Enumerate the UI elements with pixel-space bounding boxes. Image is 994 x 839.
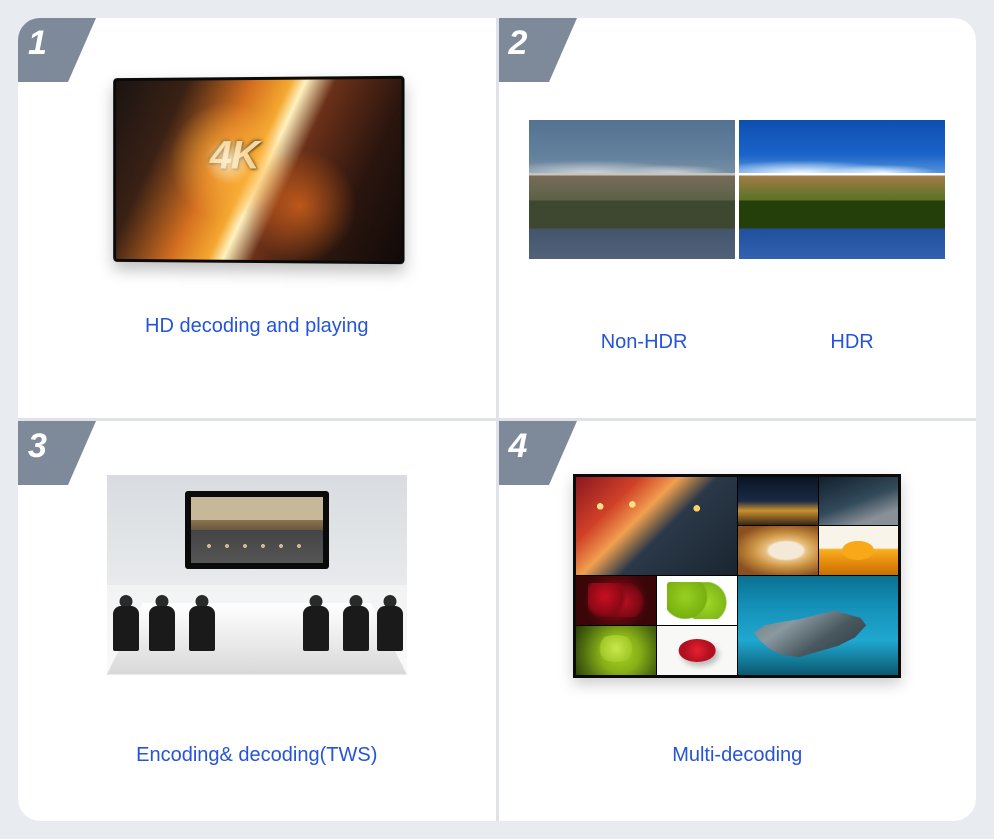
feature-cell-2: 2 Non-HDR HDR: [499, 18, 977, 418]
person-silhouette: [377, 595, 403, 651]
four-k-text: 4K: [210, 133, 259, 178]
wall-tile: [657, 626, 737, 675]
cell-number-badge: 2: [499, 18, 577, 82]
video-wall-illustration: [573, 474, 901, 678]
person-silhouette: [189, 595, 215, 651]
wall-tile: [738, 576, 899, 675]
cell-number-badge: 4: [499, 421, 577, 485]
hdr-label: HDR: [830, 331, 873, 354]
wall-tile: [819, 526, 899, 575]
cell-number: 1: [28, 24, 46, 63]
hdr-sample-image: [739, 120, 945, 259]
wall-tile: [576, 626, 656, 675]
hdr-comparison: [529, 120, 945, 259]
wall-tile: [738, 526, 818, 575]
cell-number-badge: 3: [18, 421, 96, 485]
feature-image: 4K: [18, 52, 496, 287]
wall-tile: [576, 477, 737, 576]
feature-cell-4: 4 Multi-decoding: [499, 421, 977, 821]
cell-number: 4: [509, 427, 527, 466]
feature-grid: 1 4K HD decoding and playing 2 Non-HDR H…: [18, 18, 976, 821]
conference-room-illustration: [107, 475, 407, 675]
non-hdr-sample-image: [529, 120, 735, 259]
wall-screen-icon: [185, 491, 329, 569]
feature-cell-1: 1 4K HD decoding and playing: [18, 18, 496, 418]
person-silhouette: [113, 595, 139, 651]
cell-number: 3: [28, 427, 46, 466]
person-silhouette: [149, 595, 175, 651]
person-silhouette: [303, 595, 329, 651]
cell-number: 2: [509, 24, 527, 63]
wall-tile: [657, 576, 737, 625]
feature-image: [18, 455, 496, 690]
hdr-labels-row: Non-HDR HDR: [529, 331, 945, 354]
feature-image: [499, 52, 977, 287]
feature-label: Multi-decoding: [672, 744, 802, 767]
wall-tile: [738, 477, 818, 526]
feature-label: Encoding& decoding(TWS): [136, 744, 377, 767]
wall-tile: [576, 576, 656, 625]
person-silhouette: [343, 595, 369, 651]
wall-tile: [819, 477, 899, 526]
feature-image: [499, 455, 977, 690]
tv-4k-illustration: 4K: [113, 75, 404, 263]
non-hdr-label: Non-HDR: [601, 331, 688, 354]
feature-label: HD decoding and playing: [145, 315, 369, 338]
cell-number-badge: 1: [18, 18, 96, 82]
feature-cell-3: 3 Encoding& decoding(TWS): [18, 421, 496, 821]
